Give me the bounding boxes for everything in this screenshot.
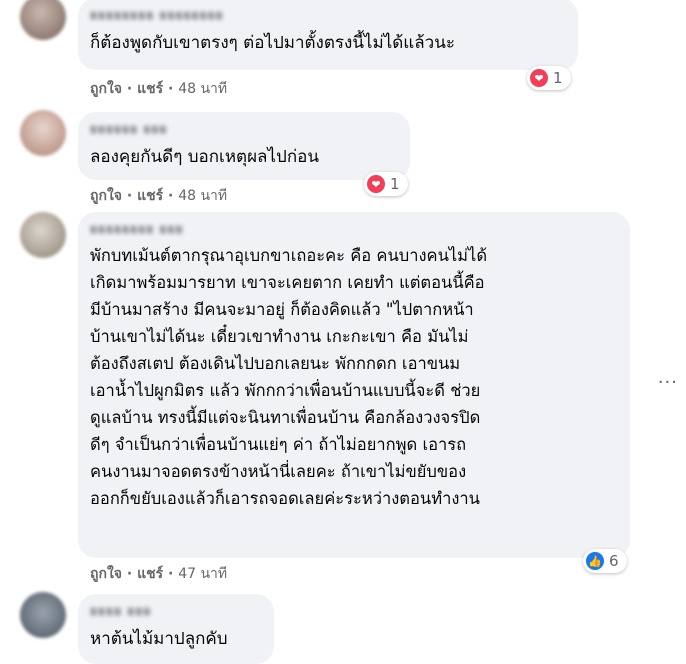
comment-author[interactable]: ยยยย ยยย [90, 602, 262, 620]
comment-bubble: ยยยยยยยย ยยยยยยยย ก็ต้องพูดกับเขาตรงๆ ต่… [78, 0, 578, 70]
reaction-count: 6 [609, 552, 619, 570]
comment-bubble: ยยยย ยยย หาต้นไม้มาปลูกคับ [78, 594, 274, 664]
separator: · [122, 81, 138, 97]
reaction-count: 1 [553, 69, 563, 87]
comment-text: ลองคุยกันดีๆ บอกเหตุผลไปก่อน [90, 147, 319, 167]
comment-bubble: ยยยยยยยย ยยย พักบทเม้นต์ตากรุณาอุเบกขาเถ… [78, 212, 630, 558]
like-icon: 👍 [586, 552, 604, 570]
comment-actions: ถูกใจ · แชร์ · 47 นาที [90, 564, 227, 584]
comment-bubble: ยยยยยย ยยย ลองคุยกันดีๆ บอกเหตุผลไปก่อน [78, 112, 410, 180]
separator: · [163, 81, 179, 97]
like-link[interactable]: ถูกใจ [90, 566, 122, 582]
comment-time[interactable]: 48 นาที [178, 81, 227, 97]
avatar[interactable] [20, 212, 66, 258]
comment-actions: ถูกใจ · แชร์ · 48 นาที [90, 186, 227, 206]
share-link[interactable]: แชร์ [137, 188, 163, 204]
separator: · [122, 566, 138, 582]
comment-text: ก็ต้องพูดกับเขาตรงๆ ต่อไปมาตั้งตรงนี้ไม่… [90, 33, 455, 53]
reaction-badge[interactable]: 👍 6 [583, 549, 627, 573]
reaction-badge[interactable]: ❤ 1 [364, 172, 408, 196]
share-link[interactable]: แชร์ [137, 566, 163, 582]
like-link[interactable]: ถูกใจ [90, 81, 122, 97]
reaction-badge[interactable]: ❤ 1 [527, 66, 571, 90]
separator: · [163, 188, 179, 204]
reaction-count: 1 [390, 175, 400, 193]
more-options-icon[interactable]: ··· [658, 372, 678, 393]
love-icon: ❤ [530, 69, 548, 87]
comment-time[interactable]: 48 นาที [178, 188, 227, 204]
comment-actions: ถูกใจ · แชร์ · 48 นาที [90, 79, 227, 99]
comment-text: หาต้นไม้มาปลูกคับ [90, 629, 228, 649]
love-icon: ❤ [367, 175, 385, 193]
separator: · [163, 566, 179, 582]
comment-author[interactable]: ยยยยยยยย ยยย [90, 220, 618, 238]
comment-author[interactable]: ยยยยยยยย ยยยยยยยย [90, 6, 566, 24]
comment-time[interactable]: 47 นาที [178, 566, 227, 582]
avatar[interactable] [20, 110, 66, 156]
comment-author[interactable]: ยยยยยย ยยย [90, 120, 398, 138]
separator: · [122, 188, 138, 204]
avatar[interactable] [20, 592, 66, 638]
avatar[interactable] [20, 0, 66, 40]
like-link[interactable]: ถูกใจ [90, 188, 122, 204]
share-link[interactable]: แชร์ [137, 81, 163, 97]
comment-text: พักบทเม้นต์ตากรุณาอุเบกขาเถอะคะ คือ คนบา… [90, 246, 488, 508]
